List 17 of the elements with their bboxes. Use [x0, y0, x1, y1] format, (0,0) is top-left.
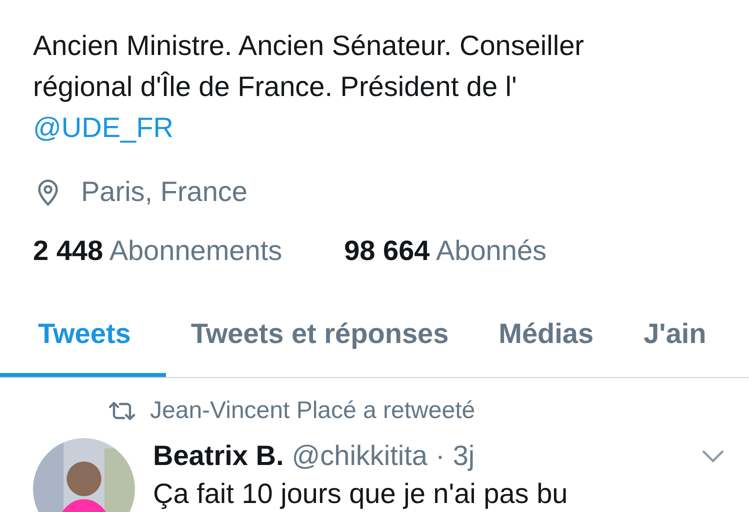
location-text: Paris, France: [81, 175, 248, 209]
author-handle: @chikkitita: [292, 439, 428, 473]
caret-icon[interactable]: [701, 449, 725, 463]
stat-link[interactable]: 98 664 Abonnés: [344, 234, 547, 268]
author-name[interactable]: Beatrix B.: [153, 438, 284, 474]
tab[interactable]: Médias: [474, 305, 619, 377]
bio-text: Ancien Ministre. Ancien Sénateur. Conseiller régional d'Île de France. Président de l' @UDE_FR: [32, 29, 585, 145]
tab[interactable]: Tweets: [0, 305, 166, 377]
tweet-text: Ça fait 10 jours que je n'ai pas bu: [153, 477, 569, 511]
stat-link[interactable]: 2 448 Abonnements: [33, 234, 282, 268]
tab[interactable]: J'ain: [618, 305, 732, 377]
tweet-time: 3j: [452, 439, 475, 473]
retweet-label: Jean-Vincent Placé a retweeté: [150, 396, 476, 426]
retweet-icon: [108, 400, 136, 422]
mention-link[interactable]: @UDE_FR: [33, 112, 174, 143]
separator: ·: [436, 439, 445, 473]
tab[interactable]: Tweets et réponses: [166, 305, 474, 377]
